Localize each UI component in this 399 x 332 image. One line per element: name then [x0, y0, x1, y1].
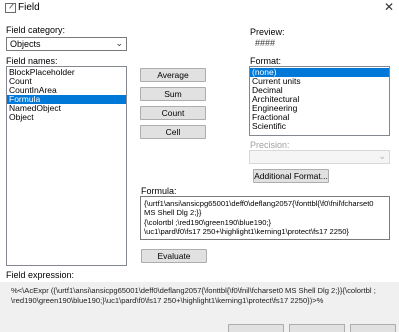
average-button[interactable]: Average [140, 68, 206, 82]
formula-label: Formula: [141, 186, 177, 196]
format-label: Format: [250, 56, 282, 66]
field-expression-line: \red190\green190\blue190;}\uc1\pard\f0\f… [11, 296, 324, 305]
additional-format-button[interactable]: Additional Format... [253, 169, 329, 183]
ok-button[interactable] [228, 324, 284, 332]
evaluate-button[interactable]: Evaluate [141, 249, 207, 263]
field-category-value: Objects [10, 39, 41, 49]
field-expression-line: %<\AcExpr ({\urtf1\ansi\ansicpg65001\def… [11, 286, 376, 295]
preview-label: Preview: [250, 27, 285, 37]
formula-textbox[interactable]: {\urtf1\ansi\ansicpg65001\deff0\deflang2… [140, 196, 390, 240]
field-category-label: Field category: [6, 25, 66, 35]
close-icon[interactable]: ✕ [382, 0, 396, 15]
field-expression-label: Field expression: [6, 270, 75, 280]
field-category-select[interactable]: Objects ⌄ [6, 37, 127, 51]
preview-value: #### [255, 38, 276, 48]
list-item[interactable]: Scientific [250, 122, 389, 131]
field-names-list[interactable]: BlockPlaceholder Count CountInArea Formula N… [6, 66, 127, 266]
cell-button[interactable]: Cell [140, 125, 206, 139]
window-title: Field [18, 2, 40, 13]
sum-button[interactable]: Sum [140, 87, 206, 101]
formula-line: MS Shell Dlg 2;}} [144, 208, 202, 218]
chevron-down-icon: ⌄ [378, 152, 386, 162]
count-button[interactable]: Count [140, 106, 206, 120]
precision-label: Precision: [250, 140, 290, 150]
list-item[interactable]: Object [7, 113, 126, 122]
field-names-label: Field names: [6, 56, 58, 66]
title-bar [0, 0, 399, 16]
cancel-button[interactable] [289, 324, 345, 332]
chevron-down-icon: ⌄ [115, 39, 123, 49]
field-app-icon [5, 3, 16, 13]
help-button[interactable] [350, 324, 396, 332]
format-list[interactable]: (none) Current units Decimal Architectural E… [249, 66, 390, 136]
formula-line: {\urtf1\ansi\ansicpg65001\deff0\deflang2… [144, 199, 374, 208]
formula-line: \uc1\pard\f0\fs17 250+\highlight1\kernin… [144, 226, 349, 236]
formula-line: {\colortbl ;\red190\green190\blue190;} [144, 217, 272, 227]
precision-select[interactable]: ⌄ [249, 150, 390, 164]
